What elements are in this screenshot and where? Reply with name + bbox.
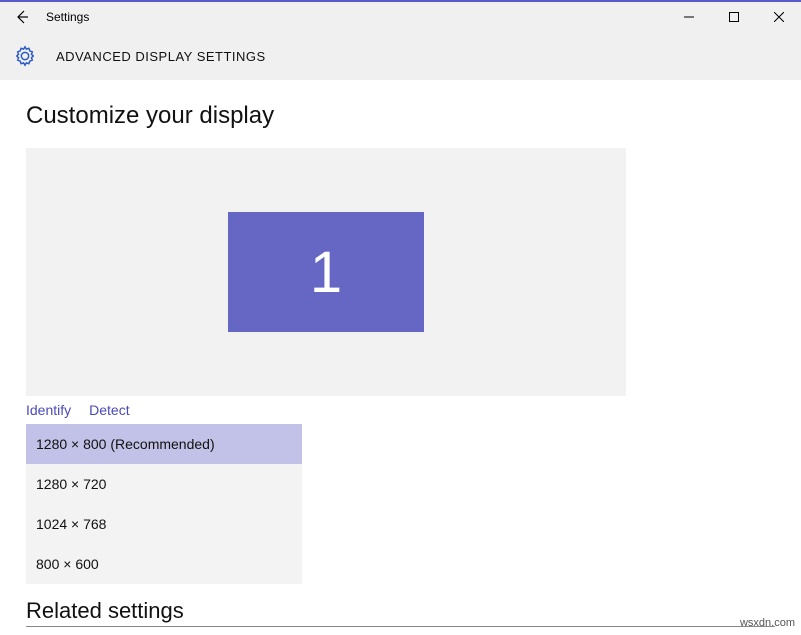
related-settings-heading: Related settings [26, 598, 775, 627]
resolution-option[interactable]: 800 × 600 [26, 544, 302, 584]
close-button[interactable] [756, 2, 801, 32]
resolution-option[interactable]: 1280 × 800 (Recommended) [26, 424, 302, 464]
identify-link[interactable]: Identify [26, 402, 71, 418]
watermark: wsxdn.com [740, 617, 795, 629]
window-title: Settings [46, 10, 89, 24]
back-arrow-icon [14, 9, 30, 25]
resolution-option[interactable]: 1280 × 720 [26, 464, 302, 504]
maximize-icon [729, 12, 739, 22]
subheader: ADVANCED DISPLAY SETTINGS [0, 32, 801, 80]
back-button[interactable] [0, 2, 44, 32]
resolution-option[interactable]: 1024 × 768 [26, 504, 302, 544]
gear-icon [14, 45, 36, 67]
content-area: Customize your display 1 Identify Detect… [0, 80, 801, 627]
maximize-button[interactable] [711, 2, 756, 32]
detect-link[interactable]: Detect [89, 402, 129, 418]
page-subtitle: ADVANCED DISPLAY SETTINGS [56, 49, 266, 64]
monitor-number-label: 1 [310, 239, 342, 306]
display-actions: Identify Detect [26, 402, 775, 418]
section-heading: Customize your display [26, 102, 775, 130]
minimize-button[interactable] [666, 2, 711, 32]
close-icon [774, 12, 784, 22]
minimize-icon [684, 12, 694, 22]
monitor-1-tile[interactable]: 1 [228, 212, 424, 332]
resolution-dropdown-list[interactable]: 1280 × 800 (Recommended) 1280 × 720 1024… [26, 424, 302, 584]
window-controls [666, 2, 801, 32]
titlebar: Settings [0, 2, 801, 32]
display-preview: 1 [26, 148, 626, 396]
